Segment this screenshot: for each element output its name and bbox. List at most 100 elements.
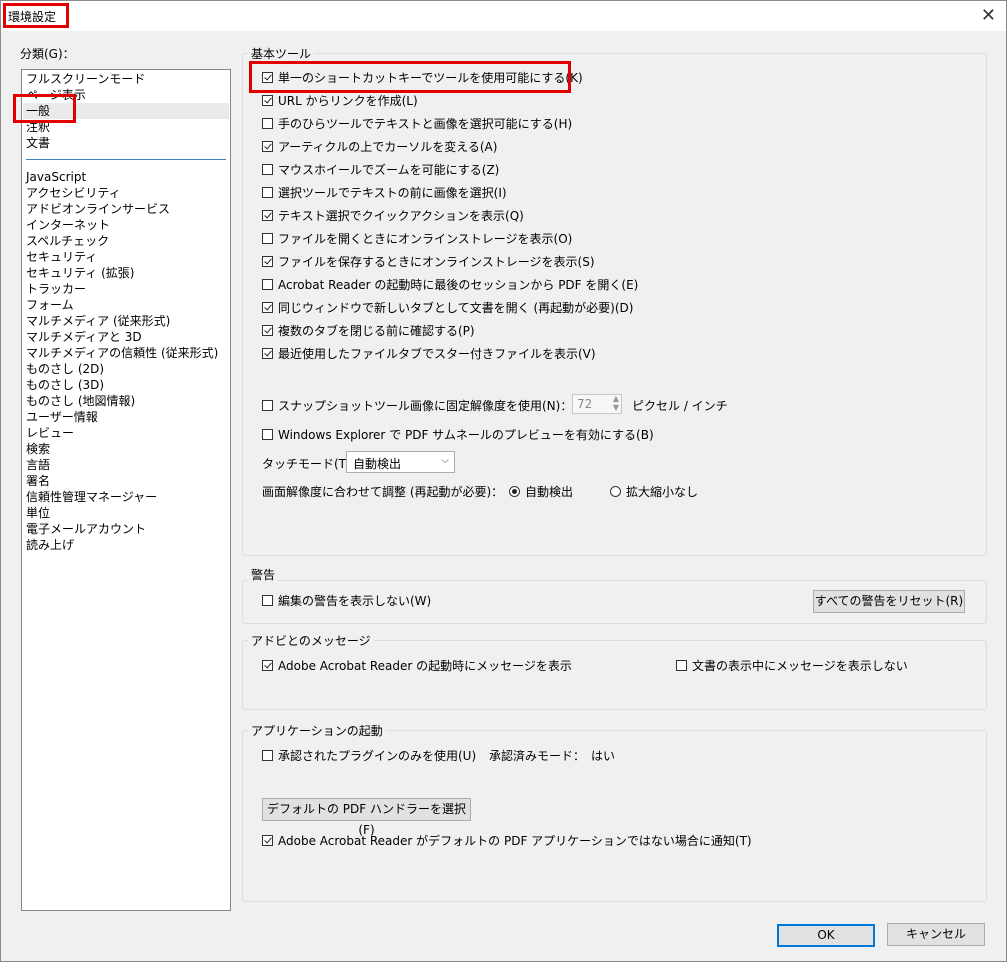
category-item[interactable]: マルチメディアの信頼性 (従来形式) [26, 345, 218, 361]
category-item[interactable]: 文書 [26, 135, 50, 151]
category-item[interactable]: ものさし (地図情報) [26, 393, 135, 409]
scaling-none-radio[interactable]: 拡大縮小なし [610, 483, 698, 500]
category-item[interactable]: インターネット [26, 217, 110, 233]
basic-tool-option[interactable]: テキスト選択でクイックアクションを表示(Q) [262, 207, 524, 224]
basic-tool-option[interactable]: ファイルを開くときにオンラインストレージを表示(O) [262, 230, 572, 247]
option-label: テキスト選択でクイックアクションを表示(Q) [278, 209, 524, 223]
checkbox-box[interactable] [676, 660, 687, 671]
category-item[interactable]: JavaScript [26, 169, 86, 185]
checkbox-box[interactable] [262, 164, 273, 175]
basic-tool-option[interactable]: URL からリンクを作成(L) [262, 92, 418, 109]
category-item[interactable]: 電子メールアカウント [26, 521, 146, 537]
category-item[interactable]: セキュリティ [26, 249, 97, 265]
title-highlight [3, 3, 69, 28]
category-list[interactable]: フルスクリーンモード ページ表示 一般 注釈 文書 JavaScript アクセシビリティア… [21, 69, 231, 911]
reset-warnings-button[interactable]: すべての警告をリセット(R) [813, 590, 965, 613]
adobe-messages-group [242, 640, 987, 710]
basic-tools-title: 基本ツール [248, 45, 315, 62]
option-highlight [249, 61, 571, 93]
category-item[interactable]: 単位 [26, 505, 50, 521]
option-label: URL からリンクを作成(L) [278, 94, 418, 108]
scaling-auto-radio[interactable]: 自動検出 [509, 483, 573, 500]
snapshot-label: スナップショットツール画像に固定解像度を使用(N)： [278, 399, 573, 413]
radio-button[interactable] [509, 486, 520, 497]
resolution-spinner[interactable]: 72 ▲ ▼ [572, 394, 622, 414]
checkbox-box[interactable] [262, 233, 273, 244]
app-startup-title: アプリケーションの起動 [248, 722, 386, 739]
certified-plugins-checkbox[interactable]: 承認されたプラグインのみを使用(U) [262, 747, 476, 764]
checkbox-box[interactable] [262, 279, 273, 290]
checkbox-box[interactable] [262, 750, 273, 761]
category-item[interactable]: アドビオンラインサービス [26, 201, 170, 217]
scaling-none-label: 拡大縮小なし [626, 485, 699, 499]
category-highlight [13, 94, 76, 123]
hide-messages-checkbox[interactable]: 文書の表示中にメッセージを表示しない [676, 657, 908, 674]
basic-tool-option[interactable]: ファイルを保存するときにオンラインストレージを表示(S) [262, 253, 595, 270]
checkbox-box[interactable] [262, 595, 273, 606]
checkbox-box[interactable] [262, 429, 273, 440]
basic-tool-option[interactable]: 同じウィンドウで新しいタブとして文書を開く (再起動が必要)(D) [262, 299, 633, 316]
touch-mode-value: 自動検出 [353, 457, 402, 471]
snapshot-fixed-resolution-checkbox[interactable]: スナップショットツール画像に固定解像度を使用(N)： [262, 397, 572, 414]
option-label: アーティクルの上でカーソルを変える(A) [278, 140, 498, 154]
checkbox-box[interactable] [262, 95, 273, 106]
option-label: 最近使用したファイルタブでスター付きファイルを表示(V) [278, 347, 596, 361]
option-label: ファイルを開くときにオンラインストレージを表示(O) [278, 232, 573, 246]
checkbox-box[interactable] [262, 400, 273, 411]
default-pdf-handler-button[interactable]: デフォルトの PDF ハンドラーを選択(F) [262, 798, 471, 837]
cancel-button[interactable]: キャンセル [887, 923, 985, 946]
category-item[interactable]: トラッカー [26, 281, 86, 297]
category-label: 分類(G)： [20, 47, 75, 61]
spin-up-icon[interactable]: ▲ [613, 394, 619, 403]
checkbox-box[interactable] [262, 325, 273, 336]
close-icon[interactable]: ✕ [981, 5, 996, 26]
category-item[interactable]: マルチメディア (従来形式) [26, 313, 170, 329]
category-item[interactable]: 言語 [26, 457, 50, 473]
warnings-title: 警告 [248, 566, 279, 583]
checkbox-box[interactable] [262, 256, 273, 267]
category-item[interactable]: 署名 [26, 473, 50, 489]
option-label: マウスホイールでズームを可能にする(Z) [278, 163, 500, 177]
category-item[interactable]: 検索 [26, 441, 50, 457]
hide-messages-label: 文書の表示中にメッセージを表示しない [692, 659, 908, 673]
basic-tool-option[interactable]: 最近使用したファイルタブでスター付きファイルを表示(V) [262, 345, 596, 362]
basic-tool-option[interactable]: 手のひらツールでテキストと画像を選択可能にする(H) [262, 115, 572, 132]
category-item[interactable]: ユーザー情報 [26, 409, 98, 425]
category-item[interactable]: セキュリティ (拡張) [26, 265, 134, 281]
thumbnail-label: Windows Explorer で PDF サムネールのプレビューを有効にする… [278, 428, 654, 442]
ok-button[interactable]: OK [777, 924, 875, 947]
basic-tool-option[interactable]: 選択ツールでテキストの前に画像を選択(I) [262, 184, 507, 201]
category-item[interactable]: レビュー [26, 425, 74, 441]
spin-down-icon[interactable]: ▼ [613, 403, 619, 412]
checkbox-box[interactable] [262, 141, 273, 152]
no-edit-warning-label: 編集の警告を表示しない(W) [278, 594, 432, 608]
category-item[interactable]: 信頼性管理マネージャー [26, 489, 157, 505]
checkbox-box[interactable] [262, 118, 273, 129]
basic-tool-option[interactable]: アーティクルの上でカーソルを変える(A) [262, 138, 497, 155]
radio-button[interactable] [610, 486, 621, 497]
category-item[interactable]: スペルチェック [26, 233, 109, 249]
checkbox-box[interactable] [262, 660, 273, 671]
basic-tool-option[interactable]: マウスホイールでズームを可能にする(Z) [262, 161, 499, 178]
show-messages-checkbox[interactable]: Adobe Acrobat Reader の起動時にメッセージを表示 [262, 657, 572, 674]
option-label: 選択ツールでテキストの前に画像を選択(I) [278, 186, 507, 200]
category-item[interactable]: アクセシビリティ [26, 185, 121, 201]
checkbox-box[interactable] [262, 187, 273, 198]
category-item[interactable]: マルチメディアと 3D [26, 329, 142, 345]
no-edit-warning-checkbox[interactable]: 編集の警告を表示しない(W) [262, 592, 431, 609]
checkbox-box[interactable] [262, 302, 273, 313]
show-messages-label: Adobe Acrobat Reader の起動時にメッセージを表示 [278, 659, 572, 673]
category-item[interactable]: ものさし (2D) [26, 361, 104, 377]
category-item[interactable]: ものさし (3D) [26, 377, 104, 393]
category-item[interactable]: フルスクリーンモード [26, 71, 145, 87]
category-item[interactable]: フォーム [26, 297, 74, 313]
checkbox-box[interactable] [262, 348, 273, 359]
thumbnail-preview-checkbox[interactable]: Windows Explorer で PDF サムネールのプレビューを有効にする… [262, 426, 654, 443]
checkbox-box[interactable] [262, 210, 273, 221]
basic-tool-option[interactable]: 複数のタブを閉じる前に確認する(P) [262, 322, 475, 339]
category-item[interactable]: 読み上げ [26, 537, 74, 553]
basic-tool-option[interactable]: Acrobat Reader の起動時に最後のセッションから PDF を開く(E… [262, 276, 638, 293]
touch-mode-select[interactable]: 自動検出 ⌵ [346, 451, 455, 473]
checkbox-box[interactable] [262, 835, 273, 846]
notify-default-checkbox[interactable]: Adobe Acrobat Reader がデフォルトの PDF アプリケーショ… [262, 832, 752, 849]
